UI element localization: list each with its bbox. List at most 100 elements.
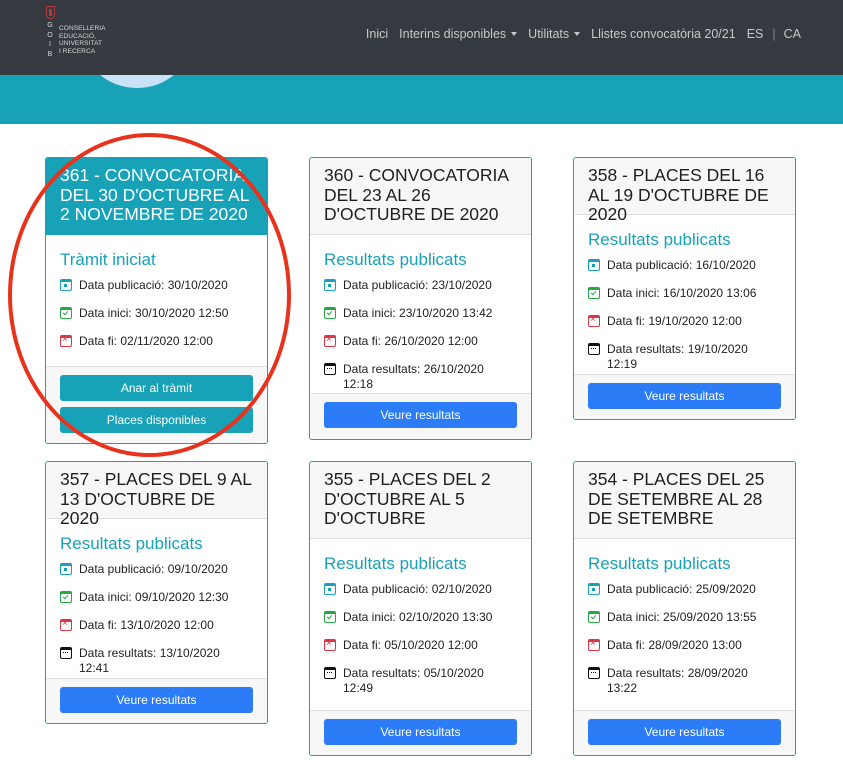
row-inici: Data inici: 02/10/2020 13:30 <box>324 610 517 638</box>
calendar-check-icon <box>588 287 600 299</box>
calendar-icon <box>324 279 336 291</box>
calendar-x-icon <box>588 638 600 651</box>
logo-text: CONSELLERIA EDUCACIÓ, UNIVERSITAT I RECE… <box>59 25 106 55</box>
card-body: Resultats publicats Data publicació: 16/… <box>574 230 795 371</box>
row-inici: Data inici: 16/10/2020 13:06 <box>588 286 781 314</box>
lang-ca-link[interactable]: CA <box>784 27 801 41</box>
calendar-icon <box>588 583 600 595</box>
caret-down-icon <box>511 32 518 36</box>
card-body: Resultats publicats Data publicació: 09/… <box>46 534 267 675</box>
veure-resultats-button[interactable]: Veure resultats <box>324 719 517 745</box>
calendar-icon <box>588 259 600 271</box>
calendar-check-icon <box>324 611 336 623</box>
card-footer: Veure resultats <box>46 678 267 723</box>
card-body: Resultats publicats Data publicació: 23/… <box>310 250 531 391</box>
card-title: 358 - PLACES DEL 16 AL 19 D'OCTUBRE DE 2… <box>574 158 795 224</box>
card-status: Resultats publicats <box>60 534 203 553</box>
calendar-icon <box>588 667 600 679</box>
crest-icon <box>45 6 55 19</box>
calendar-icon <box>324 583 336 595</box>
convocatoria-card-357: 357 - PLACES DEL 9 AL 13 D'OCTUBRE DE 20… <box>45 461 268 724</box>
row-publicacio: Data publicació: 16/10/2020 <box>588 258 781 286</box>
convocatoria-card-358: 358 - PLACES DEL 16 AL 19 D'OCTUBRE DE 2… <box>573 157 796 420</box>
places-disponibles-button[interactable]: Places disponibles <box>60 407 253 433</box>
row-publicacio: Data publicació: 25/09/2020 <box>588 582 781 610</box>
lang-separator: | <box>772 27 776 41</box>
card-body: Resultats publicats Data publicació: 25/… <box>574 554 795 708</box>
calendar-check-icon <box>324 307 336 319</box>
card-footer: Veure resultats <box>574 710 795 755</box>
card-footer: Veure resultats <box>310 710 531 755</box>
row-inici: Data inici: 25/09/2020 13:55 <box>588 610 781 638</box>
calendar-x-icon <box>588 314 600 327</box>
calendar-icon <box>324 667 336 679</box>
row-fi: Data fi: 13/10/2020 12:00 <box>60 618 253 646</box>
calendar-check-icon <box>588 611 600 623</box>
row-fi: Data fi: 02/11/2020 12:00 <box>60 334 253 362</box>
nav-interins-dropdown[interactable]: Interins disponibles <box>399 27 518 41</box>
calendar-x-icon <box>60 618 72 631</box>
veure-resultats-button[interactable]: Veure resultats <box>60 687 253 713</box>
calendar-icon <box>60 563 72 575</box>
card-title: 361 - CONVOCATORIA DEL 30 D'OCTUBRE AL 2… <box>46 158 267 235</box>
calendar-x-icon <box>324 334 336 347</box>
row-fi: Data fi: 28/09/2020 13:00 <box>588 638 781 666</box>
row-resultats: Data resultats: 05/10/2020 12:49 <box>324 666 517 708</box>
nav-inici[interactable]: Inici <box>366 27 388 41</box>
convocatoria-card-354: 354 - PLACES DEL 25 DE SETEMBRE AL 28 DE… <box>573 461 796 756</box>
row-inici: Data inici: 30/10/2020 12:50 <box>60 306 253 334</box>
logo-mark: G O I B <box>44 6 56 59</box>
row-publicacio: Data publicació: 09/10/2020 <box>60 562 253 590</box>
calendar-icon <box>588 343 600 355</box>
row-publicacio: Data publicació: 02/10/2020 <box>324 582 517 610</box>
convocatoria-card-361: 361 - CONVOCATORIA DEL 30 D'OCTUBRE AL 2… <box>45 157 268 444</box>
navbar: G O I B CONSELLERIA EDUCACIÓ, UNIVERSITA… <box>0 0 843 75</box>
calendar-check-icon <box>60 591 72 603</box>
row-resultats: Data resultats: 19/10/2020 12:19 <box>588 342 781 371</box>
row-fi: Data fi: 26/10/2020 12:00 <box>324 334 517 362</box>
hero-avatar <box>84 75 190 88</box>
calendar-icon <box>60 647 72 659</box>
nav-utilitats-dropdown[interactable]: Utilitats <box>528 27 581 41</box>
caret-down-icon <box>574 32 581 36</box>
card-status: Resultats publicats <box>324 250 467 269</box>
goib-logo[interactable]: G O I B CONSELLERIA EDUCACIÓ, UNIVERSITA… <box>44 6 106 59</box>
veure-resultats-button[interactable]: Veure resultats <box>324 402 517 428</box>
logo-letters: G O I B <box>47 22 53 58</box>
card-status: Tràmit iniciat <box>60 250 156 269</box>
calendar-icon <box>324 363 336 375</box>
row-inici: Data inici: 09/10/2020 12:30 <box>60 590 253 618</box>
main-nav: Inici Interins disponibles Utilitats Lli… <box>355 27 801 41</box>
card-body: Tràmit iniciat Data publicació: 30/10/20… <box>46 250 267 362</box>
lang-es-link[interactable]: ES <box>747 27 764 41</box>
card-title: 355 - PLACES DEL 2 D'OCTUBRE AL 5 D'OCTU… <box>310 462 531 539</box>
convocatoria-card-355: 355 - PLACES DEL 2 D'OCTUBRE AL 5 D'OCTU… <box>309 461 532 756</box>
hero-banner <box>0 75 843 124</box>
card-footer: Anar al tràmit Places disponibles <box>46 366 267 443</box>
row-publicacio: Data publicació: 23/10/2020 <box>324 278 517 306</box>
card-body: Resultats publicats Data publicació: 02/… <box>310 554 531 708</box>
row-inici: Data inici: 23/10/2020 13:42 <box>324 306 517 334</box>
card-title: 354 - PLACES DEL 25 DE SETEMBRE AL 28 DE… <box>574 462 795 539</box>
veure-resultats-button[interactable]: Veure resultats <box>588 383 781 409</box>
row-resultats: Data resultats: 28/09/2020 13:22 <box>588 666 781 708</box>
calendar-x-icon <box>324 638 336 651</box>
card-status: Resultats publicats <box>588 230 731 249</box>
calendar-x-icon <box>60 334 72 347</box>
anar-al-tramit-button[interactable]: Anar al tràmit <box>60 375 253 401</box>
card-status: Resultats publicats <box>324 554 467 573</box>
convocatoria-card-360: 360 - CONVOCATORIA DEL 23 AL 26 D'OCTUBR… <box>309 157 532 440</box>
card-footer: Veure resultats <box>574 374 795 419</box>
row-fi: Data fi: 05/10/2020 12:00 <box>324 638 517 666</box>
row-resultats: Data resultats: 13/10/2020 12:41 <box>60 646 253 675</box>
calendar-icon <box>60 279 72 291</box>
row-resultats: Data resultats: 26/10/2020 12:18 <box>324 362 517 391</box>
veure-resultats-button[interactable]: Veure resultats <box>588 719 781 745</box>
card-title: 357 - PLACES DEL 9 AL 13 D'OCTUBRE DE 20… <box>46 462 267 528</box>
nav-llistes[interactable]: Llistes convocatòria 20/21 <box>591 27 736 41</box>
card-footer: Veure resultats <box>310 393 531 439</box>
card-status: Resultats publicats <box>588 554 731 573</box>
row-fi: Data fi: 19/10/2020 12:00 <box>588 314 781 342</box>
row-publicacio: Data publicació: 30/10/2020 <box>60 278 253 306</box>
calendar-check-icon <box>60 307 72 319</box>
